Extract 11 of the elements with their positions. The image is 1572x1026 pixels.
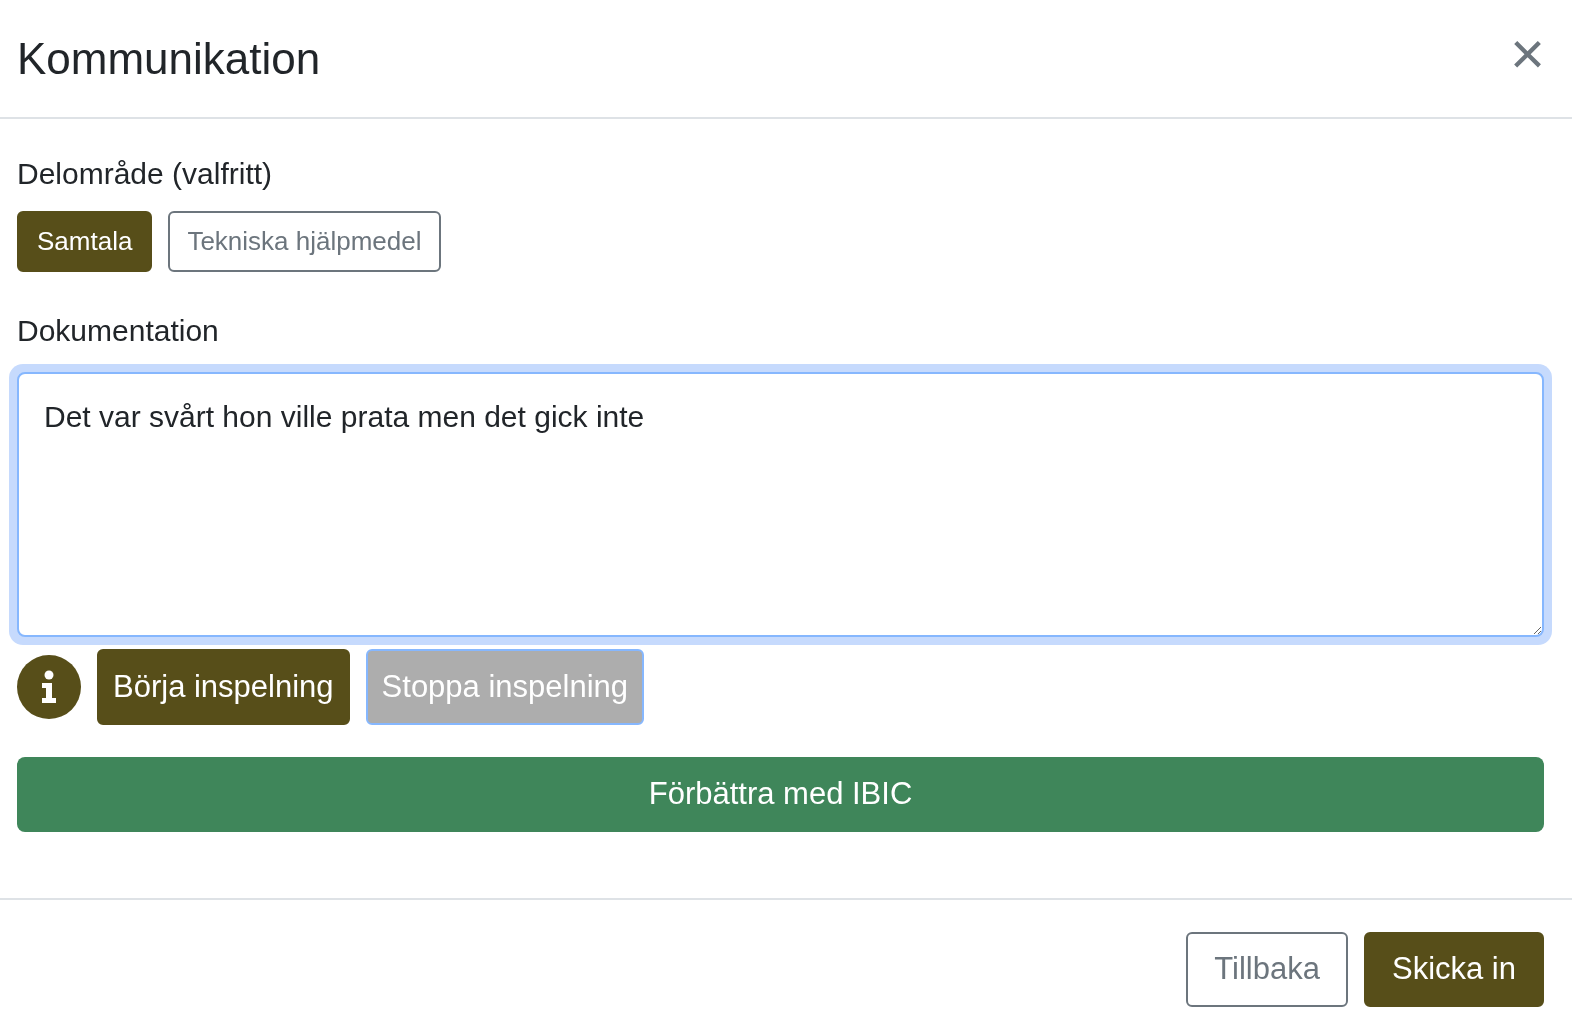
improve-button[interactable]: Förbättra med IBIC — [17, 757, 1544, 832]
subarea-label: Delområde (valfritt) — [17, 159, 273, 189]
documentation-field[interactable]: Det var svårt hon ville prata men det gick inte — [9, 364, 1552, 645]
footer-button[interactable]: Tillbaka — [1186, 932, 1348, 1007]
close-button[interactable]: × — [1509, 23, 1555, 94]
documentation-label: Dokumentation — [17, 316, 219, 346]
footer-button[interactable]: Skicka in — [1363, 932, 1544, 1007]
dialog-title: Kommunikation — [17, 36, 321, 81]
subarea-option[interactable]: Samtala — [17, 211, 153, 272]
recording-button[interactable]: Börja inspelning — [97, 649, 350, 725]
subarea-option[interactable]: Tekniska hjälpmedel — [168, 211, 441, 272]
